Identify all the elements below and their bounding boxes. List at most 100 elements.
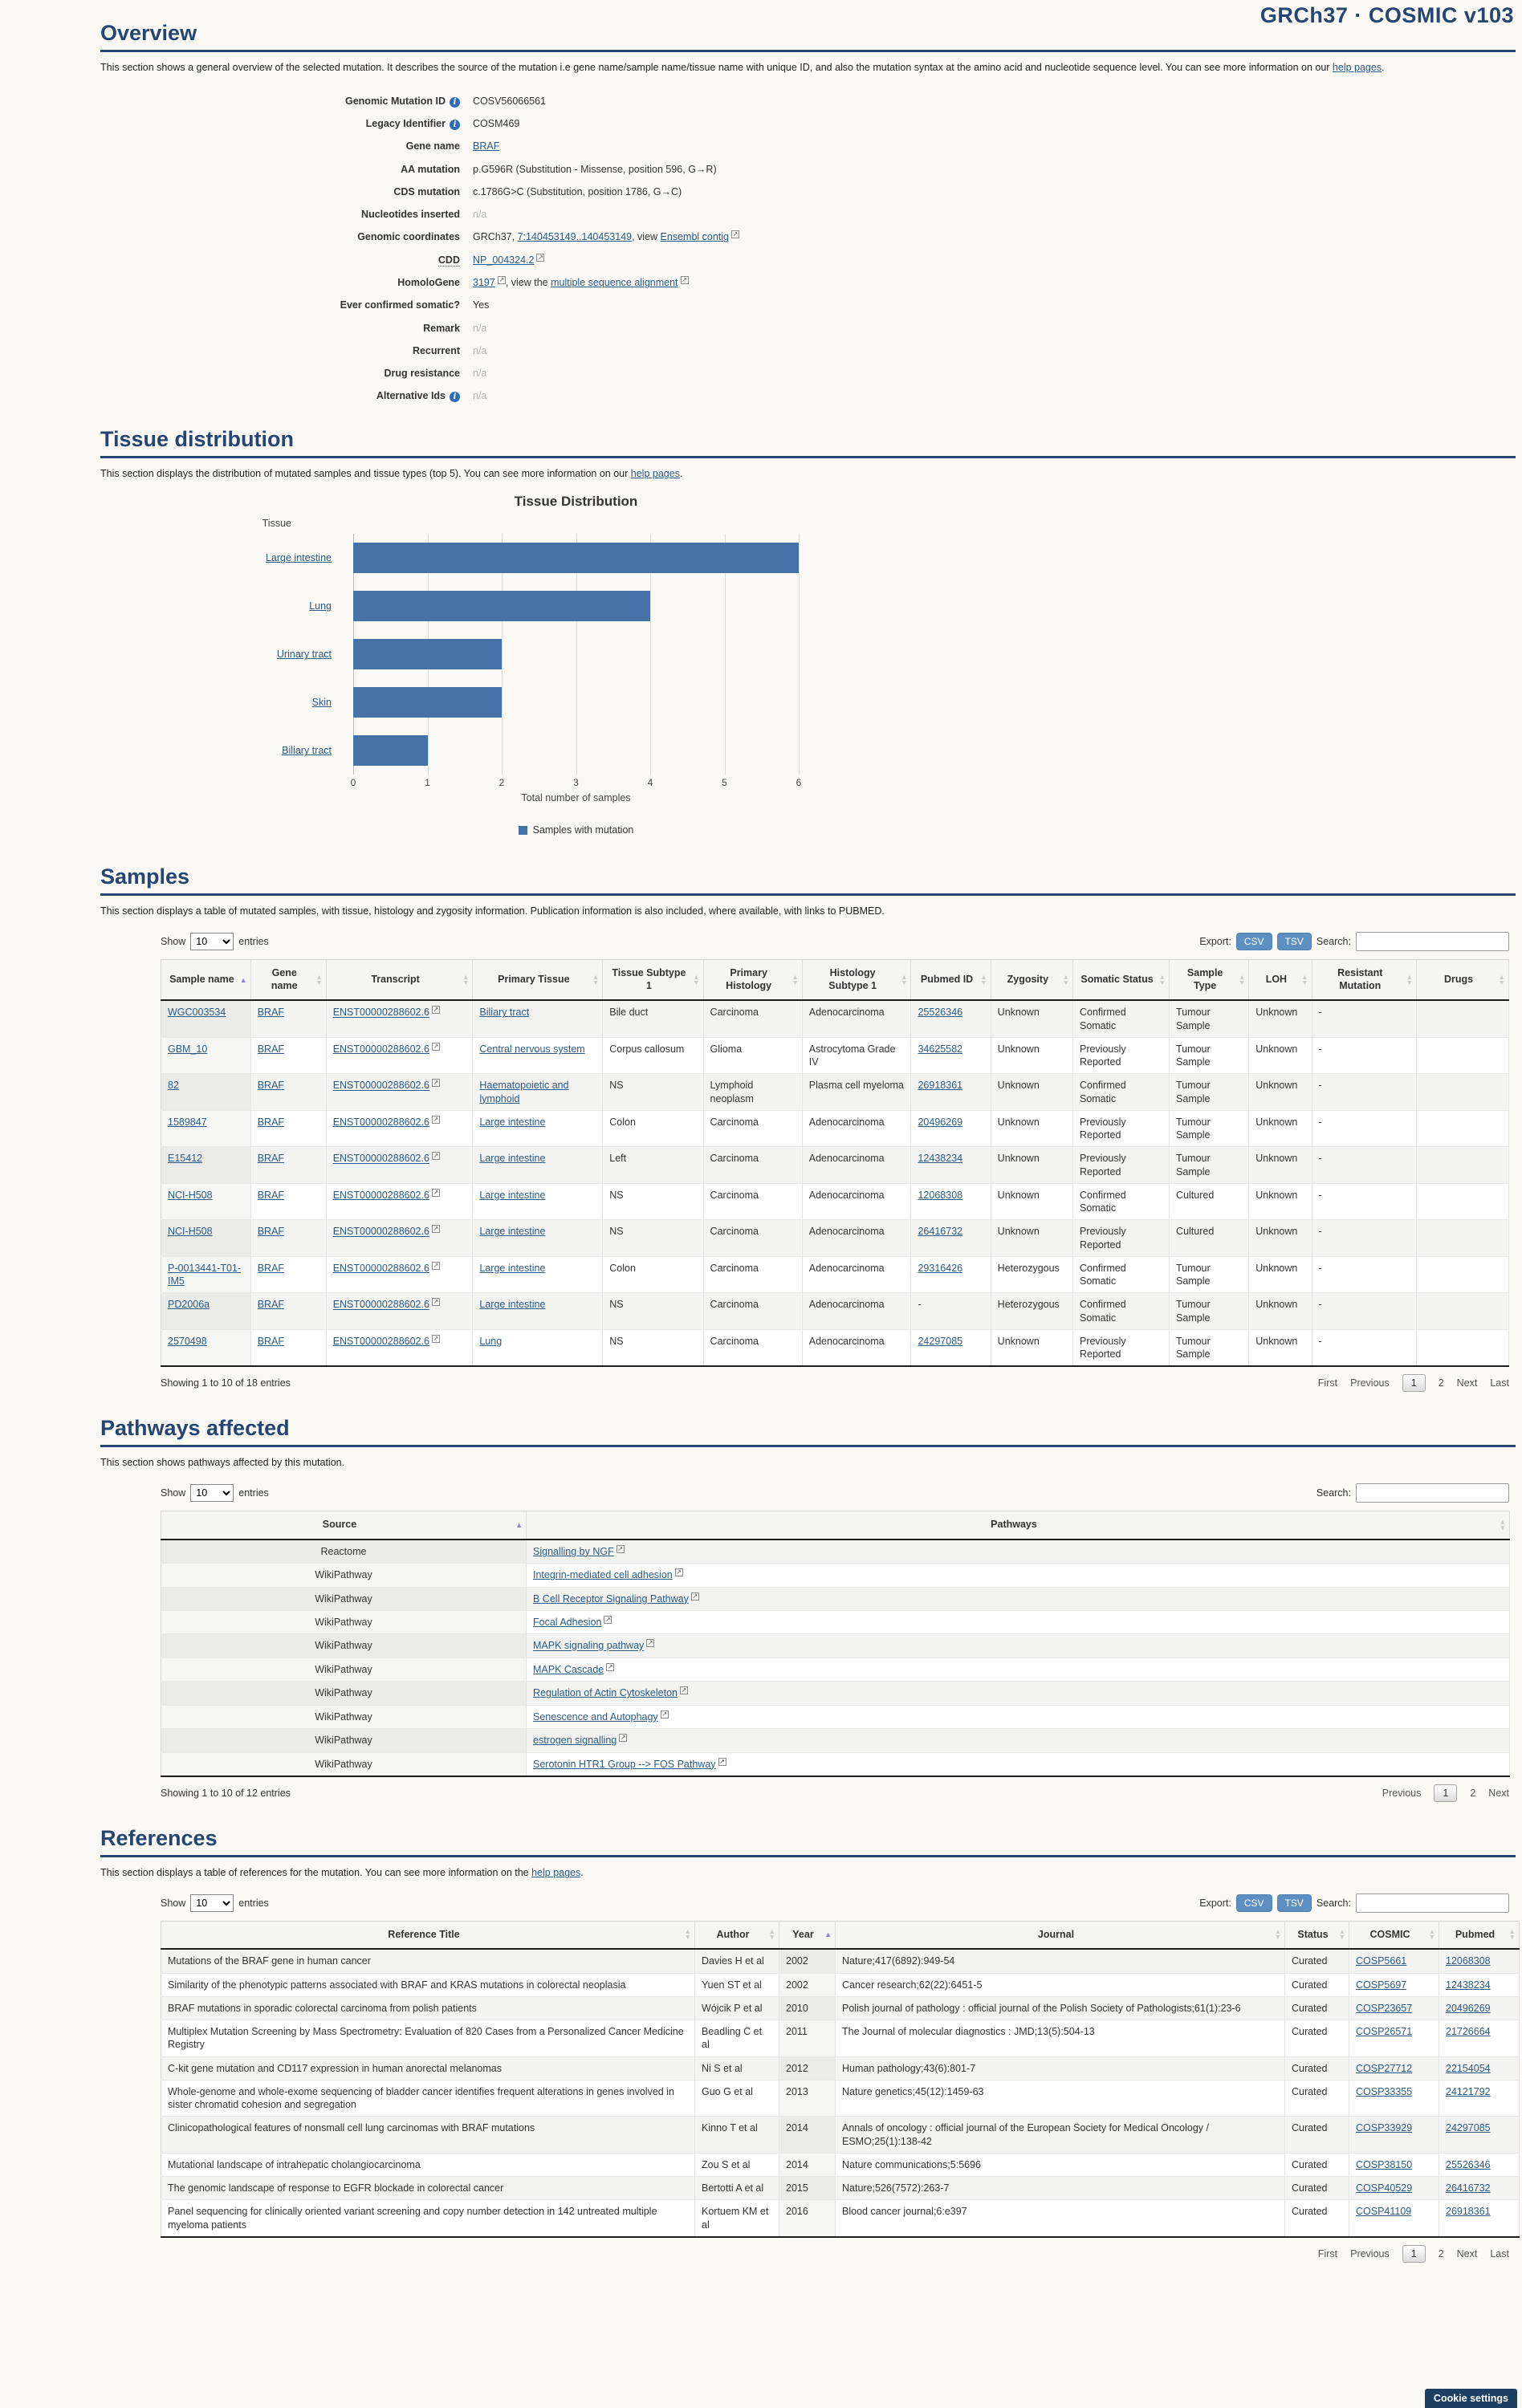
overview-value-link[interactable]: NP_004324.2 — [473, 254, 534, 266]
samples-cell-link[interactable]: Large intestine — [479, 1117, 545, 1128]
samples-column-header[interactable]: Pubmed ID ▲ ▼ — [910, 959, 991, 1002]
page-length-select[interactable]: 10 — [190, 933, 234, 951]
samples-cell-link[interactable]: Biliary tract — [479, 1007, 529, 1018]
references-column-header[interactable]: Author ▲ ▼ — [694, 1921, 779, 1950]
samples-cell-link[interactable]: BRAF — [258, 1117, 284, 1128]
samples-cell-link[interactable]: 12068308 — [918, 1190, 962, 1201]
samples-cell-link[interactable]: GBM_10 — [168, 1043, 207, 1055]
samples-cell-link[interactable]: ENST00000288602.6 — [333, 1190, 429, 1201]
samples-column-header[interactable]: Gene name ▲ ▼ — [250, 959, 327, 1002]
pathways-column-header[interactable]: Pathways ▲ ▼ — [526, 1511, 1510, 1540]
samples-cell-link[interactable]: BRAF — [258, 1153, 284, 1164]
overview-value-link[interactable]: multiple sequence alignment — [551, 277, 678, 288]
samples-cell-link[interactable]: Haematopoietic and lymphoid — [479, 1080, 568, 1104]
pathways-search-input[interactable] — [1356, 1483, 1509, 1503]
references-cell-link[interactable]: COSP40529 — [1356, 2182, 1412, 2194]
cookie-settings-button[interactable]: Cookie settings — [1424, 2389, 1517, 2408]
pathways-cell-link[interactable]: estrogen signalling — [533, 1735, 617, 1746]
pathways-cell-link[interactable]: MAPK signaling pathway — [533, 1641, 644, 1652]
pager-previous[interactable]: Previous — [1382, 1788, 1422, 1799]
pathways-column-header[interactable]: Source ▲ — [161, 1511, 527, 1540]
pager-2[interactable]: 2 — [1470, 1788, 1475, 1799]
samples-cell-link[interactable]: 24297085 — [918, 1336, 962, 1347]
samples-column-header[interactable]: Sample name ▲ — [161, 959, 251, 1002]
samples-column-header[interactable]: Histology Subtype 1 ▲ ▼ — [802, 959, 912, 1002]
references-cell-link[interactable]: 12438234 — [1446, 1979, 1491, 1991]
samples-column-header[interactable]: Primary Tissue ▲ ▼ — [472, 959, 604, 1002]
overview-value-link[interactable]: 3197 — [473, 277, 495, 288]
help-pages-link[interactable]: help pages — [631, 468, 680, 479]
samples-cell-link[interactable]: Large intestine — [479, 1153, 545, 1164]
overview-value-link[interactable]: 7:140453149..140453149 — [518, 231, 633, 242]
export-tsv-button[interactable]: TSV — [1276, 933, 1312, 951]
samples-column-header[interactable]: Drugs ▲ ▼ — [1416, 959, 1509, 1002]
samples-cell-link[interactable]: 26416732 — [918, 1226, 962, 1237]
samples-column-header[interactable]: Sample Type ▲ ▼ — [1169, 959, 1250, 1002]
references-search-input[interactable] — [1356, 1893, 1509, 1913]
pathways-cell-link[interactable]: Serotonin HTR1 Group --> FOS Pathway — [533, 1759, 716, 1770]
references-column-header[interactable]: Journal ▲ ▼ — [835, 1921, 1285, 1950]
overview-value-link[interactable]: BRAF — [473, 140, 499, 152]
references-cell-link[interactable]: 26416732 — [1446, 2182, 1491, 2194]
references-column-header[interactable]: Pubmed ▲ ▼ — [1439, 1921, 1520, 1950]
references-column-header[interactable]: Year ▲ — [779, 1921, 836, 1950]
chart-legend[interactable]: Samples with mutation — [353, 824, 799, 836]
page-length-select[interactable]: 10 — [190, 1484, 234, 1503]
samples-column-header[interactable]: Transcript ▲ ▼ — [326, 959, 474, 1002]
export-csv-button[interactable]: CSV — [1235, 1893, 1272, 1912]
references-cell-link[interactable]: COSP27712 — [1356, 2063, 1412, 2074]
pager-next[interactable]: Next — [1457, 2248, 1478, 2260]
references-cell-link[interactable]: 24297085 — [1446, 2122, 1491, 2133]
pager-last[interactable]: Last — [1490, 2248, 1509, 2260]
samples-cell-link[interactable]: BRAF — [258, 1299, 284, 1310]
export-tsv-button[interactable]: TSV — [1276, 1893, 1312, 1912]
references-column-header[interactable]: Status ▲ ▼ — [1284, 1921, 1349, 1950]
samples-cell-link[interactable]: 20496269 — [918, 1117, 962, 1128]
info-icon[interactable]: i — [450, 96, 460, 108]
chart-bar[interactable] — [353, 687, 502, 718]
pager-previous[interactable]: Previous — [1350, 1377, 1390, 1389]
help-pages-link[interactable]: help pages — [1333, 62, 1382, 73]
references-cell-link[interactable]: COSP41109 — [1356, 2206, 1411, 2217]
samples-cell-link[interactable]: Large intestine — [479, 1190, 545, 1201]
samples-cell-link[interactable]: ENST00000288602.6 — [333, 1226, 429, 1238]
tissue-category-link[interactable]: Skin — [312, 697, 332, 708]
samples-column-header[interactable]: Zygosity ▲ ▼ — [991, 959, 1073, 1002]
help-pages-link[interactable]: help pages — [531, 1867, 580, 1878]
pathways-cell-link[interactable]: Focal Adhesion — [533, 1617, 601, 1628]
info-icon[interactable]: i — [450, 120, 460, 130]
pager-next[interactable]: Next — [1488, 1788, 1509, 1799]
samples-cell-link[interactable]: BRAF — [258, 1226, 284, 1237]
chart-bar[interactable] — [353, 639, 502, 670]
samples-cell-link[interactable]: 82 — [168, 1080, 179, 1091]
pager-1[interactable]: 1 — [1434, 1784, 1458, 1802]
samples-cell-link[interactable]: Large intestine — [479, 1226, 545, 1237]
overview-value-link[interactable]: Ensembl contig — [661, 231, 729, 242]
references-cell-link[interactable]: 12068308 — [1446, 1955, 1491, 1967]
references-cell-link[interactable]: COSP26571 — [1356, 2026, 1412, 2037]
pager-2[interactable]: 2 — [1439, 2248, 1444, 2260]
tissue-category-link[interactable]: Large intestine — [266, 552, 332, 563]
samples-cell-link[interactable]: BRAF — [258, 1080, 284, 1091]
pager-last[interactable]: Last — [1490, 1377, 1509, 1389]
samples-cell-link[interactable]: ENST00000288602.6 — [333, 1080, 429, 1092]
samples-cell-link[interactable]: ENST00000288602.6 — [333, 1007, 429, 1019]
samples-cell-link[interactable]: 1589847 — [168, 1117, 207, 1128]
samples-cell-link[interactable]: ENST00000288602.6 — [333, 1336, 429, 1347]
samples-cell-link[interactable]: NCI-H508 — [168, 1226, 213, 1237]
samples-cell-link[interactable]: 25526346 — [918, 1007, 962, 1018]
samples-cell-link[interactable]: Lung — [479, 1336, 502, 1347]
samples-cell-link[interactable]: P-0013441-T01-IM5 — [168, 1263, 241, 1287]
references-cell-link[interactable]: COSP5661 — [1356, 1955, 1406, 1967]
pager-next[interactable]: Next — [1457, 1377, 1478, 1389]
samples-column-header[interactable]: Somatic Status ▲ ▼ — [1072, 959, 1170, 1002]
samples-cell-link[interactable]: BRAF — [258, 1007, 284, 1018]
samples-search-input[interactable] — [1356, 932, 1509, 952]
samples-cell-link[interactable]: 2570498 — [168, 1336, 207, 1347]
samples-cell-link[interactable]: BRAF — [258, 1336, 284, 1347]
samples-cell-link[interactable]: 29316426 — [918, 1263, 962, 1274]
pager-first[interactable]: First — [1318, 2248, 1337, 2260]
samples-cell-link[interactable]: 34625582 — [918, 1043, 962, 1055]
samples-cell-link[interactable]: BRAF — [258, 1190, 284, 1201]
samples-cell-link[interactable]: Central nervous system — [479, 1043, 584, 1055]
